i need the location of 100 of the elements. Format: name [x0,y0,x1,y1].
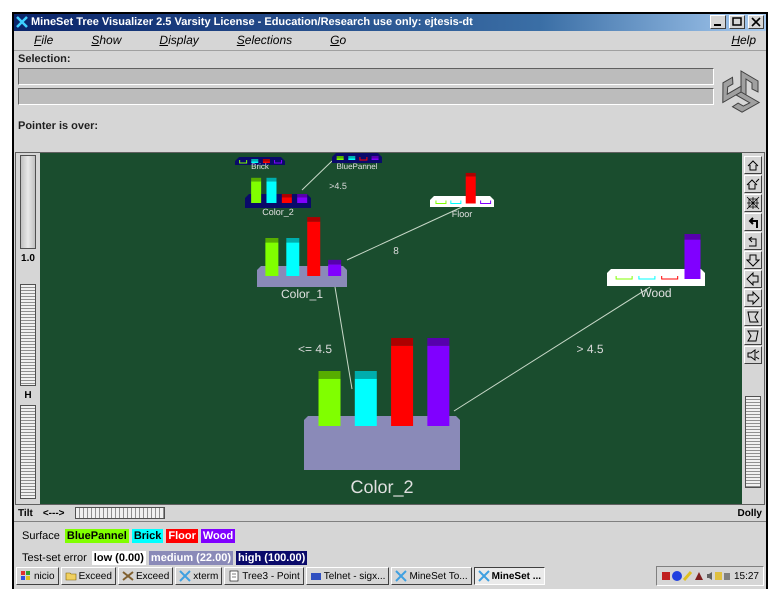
bar [265,238,278,276]
selection-field[interactable] [18,88,714,105]
menu-item[interactable]: Go [320,33,346,48]
clock: 15:27 [734,570,759,582]
empty-bar-outline [480,200,492,204]
menu-item[interactable]: Display [149,33,199,48]
x-logo-icon [478,570,490,582]
dolly-label: Dolly [738,508,762,519]
bar [251,178,262,203]
left-arrow-button[interactable] [744,270,762,288]
monitor-icon [310,570,322,582]
bar [266,178,276,203]
empty-bar-outline [274,159,282,164]
menu-item[interactable]: File [24,33,54,48]
taskbar-button[interactable]: Exceed [60,567,116,586]
redo-button[interactable] [744,232,762,250]
vertical-thumbwheel[interactable] [20,404,36,499]
legend-label: Test-set error [22,552,87,564]
start-button[interactable]: nicio [16,567,59,586]
taskbar-button[interactable]: Exceed [118,567,174,586]
undo-icon [746,214,760,229]
legend-chip: medium (22.00) [148,551,234,566]
x-logo-icon [16,16,28,28]
node-label: Color_2 [262,206,294,217]
taskbar-button[interactable]: MineSet ... [474,567,546,586]
node-label: Floor [452,208,472,219]
right-arrow-button[interactable] [744,288,762,307]
node-label: Brick [251,162,269,171]
vertical-thumbwheel[interactable] [745,396,761,488]
window-title: MineSet Tree Visualizer 2.5 Varsity License - Education/Research use only: ejtesis-dt [31,16,474,28]
home-button[interactable] [744,156,762,174]
folder-icon [64,570,77,582]
taskbar-button[interactable]: xterm [175,567,222,586]
legend-chip: low (0.00) [92,551,146,566]
flag-button[interactable] [744,326,762,345]
bar [297,194,308,203]
bar [466,172,476,204]
vertical-thumbwheel[interactable] [20,154,36,249]
home-pin-button[interactable] [744,174,762,193]
bar [328,260,342,276]
selection-field[interactable] [18,68,714,85]
maximize-button[interactable] [729,15,745,30]
bar [318,370,340,426]
taskbar-button[interactable]: Tree3 - Point [224,567,304,586]
web-button[interactable] [744,194,762,212]
home-pin-icon [746,176,760,191]
empty-bar-outline [661,275,678,280]
speaker-icon [746,348,760,362]
tilt-label: Tilt [18,508,33,519]
vertical-thumbwheel[interactable] [20,284,36,386]
empty-bar-outline [450,200,462,204]
x-logo-icon [179,570,192,582]
edge-label: 8 [393,246,399,257]
minimize-button[interactable] [710,15,726,30]
bar [307,216,320,276]
pointer-label: Pointer is over: [18,120,98,132]
empty-bar-outline [359,156,368,160]
scale-label: 1.0 [21,252,35,264]
taskbar-button[interactable]: MineSet To... [391,567,472,586]
right-arrow-icon [746,290,760,305]
flag-icon [746,328,760,343]
horizontal-thumbwheel[interactable] [74,507,164,520]
edge-label: >4.5 [329,180,347,191]
flag-icon [746,310,760,324]
bar [684,234,700,279]
flag-button[interactable] [744,308,762,326]
edge-label: <= 4.5 [298,342,332,356]
empty-bar-outline [435,200,446,204]
node-label: BluePannel [336,162,378,171]
legend-chip: Floor [166,529,198,544]
document-icon [228,570,240,582]
legend-label: Surface [22,530,60,542]
legend-chip: Brick [132,529,164,544]
down-arrow-button[interactable] [744,250,762,269]
down-arrow-icon [746,252,760,267]
x-logo-icon [395,570,408,582]
legend-chip: high (100.00) [236,551,308,566]
speaker-button[interactable] [744,346,762,364]
taskbar-button[interactable]: Telnet - sigx... [306,567,390,586]
node-label: Color_1 [280,286,324,301]
bar [348,156,356,160]
empty-bar-outline [616,275,633,280]
menu-item[interactable]: Selections [226,33,292,48]
web-icon [746,196,760,210]
windows-logo-icon [20,570,32,582]
tools-icon [122,570,134,582]
bar [372,156,379,160]
undo-button[interactable] [744,212,762,231]
legend-chip: Wood [200,529,236,544]
edge-label: > 4.5 [576,342,604,356]
close-button[interactable] [748,15,764,30]
bar [282,194,292,203]
bar [336,156,344,160]
left-arrow-icon [746,272,760,286]
bar [251,158,258,163]
bar [354,370,377,426]
node-label: Wood [640,286,672,300]
menu-item[interactable]: Help [721,33,756,48]
node-label: Color_2 [350,476,414,497]
menu-item[interactable]: Show [81,33,122,48]
